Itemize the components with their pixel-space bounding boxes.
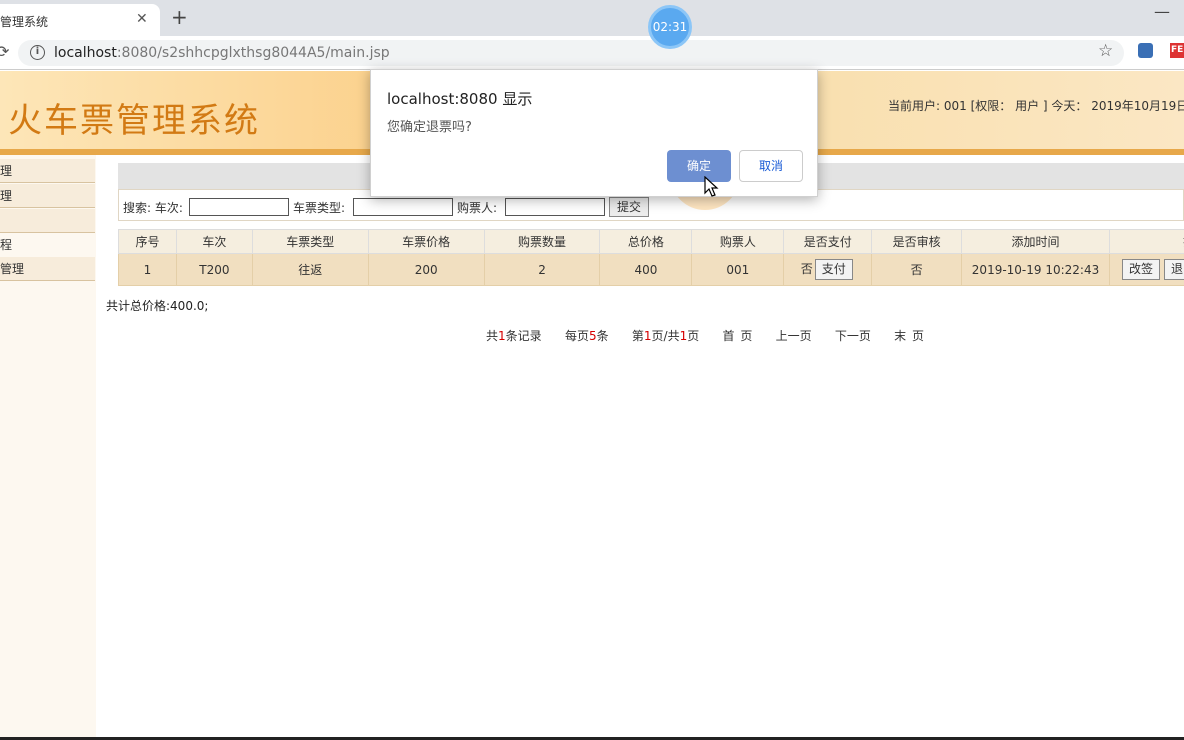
sidebar-item[interactable]: 管理 (0, 257, 95, 281)
mouse-cursor-icon (704, 176, 719, 197)
cell-paid: 否支付 (783, 253, 873, 286)
column-header: 购票数量 (483, 229, 601, 254)
tab-title: 管理系统 (0, 15, 49, 29)
cell-index: 1 (118, 253, 177, 286)
column-header: 总价格 (599, 229, 693, 254)
column-header: 添加时间 (961, 229, 1110, 254)
cancel-button[interactable]: 取消 (739, 150, 803, 182)
next-page-link[interactable]: 下一页 (835, 329, 871, 343)
ok-button[interactable]: 确定 (667, 150, 731, 182)
column-header: 车次 (175, 229, 253, 254)
browser-tab[interactable]: 管理系统 ✕ (0, 4, 160, 36)
sidebar: 理 理 程 管理 (0, 155, 96, 740)
cell-train: T200 (175, 253, 253, 286)
recording-timer: 02:31 (648, 5, 692, 49)
ticket-type-input[interactable] (353, 198, 453, 216)
last-page-link[interactable]: 末 页 (894, 329, 924, 343)
reload-icon[interactable]: ⟳ (0, 42, 9, 61)
search-buyer-label: 购票人: (457, 201, 498, 215)
cell-actions: 改签退 (1108, 253, 1184, 286)
search-type-label: 车票类型: (293, 201, 346, 215)
column-header: 车票价格 (367, 229, 485, 254)
sidebar-item[interactable] (0, 209, 95, 233)
column-header: 车票类型 (251, 229, 369, 254)
per-page: 每页5条 (564, 329, 609, 343)
buyer-input[interactable] (505, 198, 605, 216)
confirm-dialog: localhost:8080 显示 您确定退票吗? 确定 取消 (370, 69, 818, 197)
search-train-label: 搜索: 车次: (123, 201, 183, 215)
cell-price: 200 (367, 253, 485, 286)
cell-total: 400 (599, 253, 693, 286)
dialog-message: 您确定退票吗? (387, 120, 472, 135)
url-text[interactable]: localhost:8080/s2shhcpglxthsg8044A5/main… (54, 45, 390, 61)
fe-extension-icon[interactable]: FE (1170, 43, 1184, 58)
record-count: 共1条记录 (486, 329, 542, 343)
sidebar-item[interactable]: 理 (0, 159, 95, 183)
extension-icon[interactable] (1138, 43, 1153, 58)
sidebar-item[interactable]: 程 (0, 233, 95, 257)
train-input[interactable] (189, 198, 289, 216)
address-bar[interactable]: i localhost:8080/s2shhcpglxthsg8044A5/ma… (18, 40, 1124, 66)
ticket-table: 序号 车次 车票类型 车票价格 购票数量 总价格 购票人 是否支付 是否审核 添… (118, 229, 1184, 286)
tab-close-icon[interactable]: ✕ (136, 11, 148, 27)
table-row: 1 T200 往返 200 2 400 001 否支付 否 2019-10-19… (118, 253, 1184, 286)
column-header: 序号 (118, 229, 177, 254)
submit-button[interactable]: 提交 (609, 197, 649, 217)
new-tab-icon[interactable]: + (171, 5, 188, 29)
first-page-link[interactable]: 首 页 (723, 329, 753, 343)
url-host: localhost (54, 45, 117, 61)
url-path: :8080/s2shhcpglxthsg8044A5/main.jsp (116, 45, 390, 61)
pagination: 共1条记录 每页5条 第1页/共1页 首 页 上一页 下一页 末 页 (486, 327, 924, 344)
refund-button[interactable]: 退 (1163, 259, 1184, 280)
change-ticket-button[interactable]: 改签 (1121, 259, 1160, 280)
minimize-icon[interactable]: — (1154, 2, 1170, 21)
bookmark-star-icon[interactable]: ☆ (1098, 41, 1113, 61)
browser-tab-bar: 管理系统 ✕ + — (0, 0, 1184, 36)
main-content: 搜索: 车次: 车票类型: 购票人: 提交 序号 车次 车票类型 车票价格 购票… (106, 155, 1184, 740)
cell-buyer: 001 (691, 253, 785, 286)
column-header: 是否审核 (871, 229, 963, 254)
user-info: 当前用户: 001 [权限： 用户 ] 今天： 2019年10月19日 星 (888, 99, 1184, 113)
paid-status: 否 (800, 262, 813, 276)
address-bar-row: ⟳ i localhost:8080/s2shhcpglxthsg8044A5/… (0, 36, 1184, 70)
page-info: 第1页/共1页 (631, 329, 700, 343)
cell-time: 2019-10-19 10:22:43 (961, 253, 1110, 286)
column-header: 操 (1108, 229, 1184, 254)
pay-button[interactable]: 支付 (814, 259, 853, 280)
cell-audited: 否 (871, 253, 963, 286)
site-info-icon[interactable]: i (30, 45, 45, 60)
cell-qty: 2 (483, 253, 601, 286)
sidebar-item[interactable]: 理 (0, 184, 95, 208)
column-header: 购票人 (691, 229, 785, 254)
table-header-row: 序号 车次 车票类型 车票价格 购票数量 总价格 购票人 是否支付 是否审核 添… (118, 229, 1184, 254)
column-header: 是否支付 (783, 229, 873, 254)
prev-page-link[interactable]: 上一页 (776, 329, 812, 343)
dialog-title: localhost:8080 显示 (387, 90, 533, 108)
total-price-text: 共计总价格:400.0; (106, 299, 209, 313)
system-title: 火车票管理系统 (8, 101, 260, 141)
cell-type: 往返 (251, 253, 369, 286)
